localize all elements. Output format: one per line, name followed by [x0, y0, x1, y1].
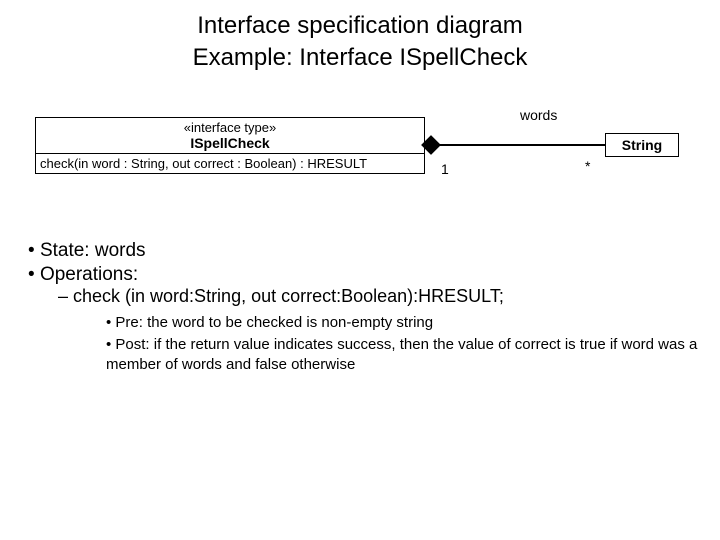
bullet-content: State: words Operations: check (in word:… [28, 240, 720, 376]
bullet-postcondition: Post: if the return value indicates succ… [106, 335, 720, 376]
slide-title: Interface specification diagram Example:… [0, 0, 720, 75]
title-line-2: Example: Interface ISpellCheck [0, 42, 720, 74]
association-line [425, 144, 605, 146]
uml-name-compartment: «interface type» ISpellCheck [36, 118, 424, 153]
uml-interface-name: ISpellCheck [42, 135, 418, 151]
uml-operations-compartment: check(in word : String, out correct : Bo… [36, 153, 424, 173]
bullet-precondition: Pre: the word to be checked is non-empty… [106, 313, 720, 333]
association-role-name: words [520, 107, 557, 123]
op-signature-text: check (in word:String, out correct:Boole… [73, 286, 504, 306]
uml-stereotype: «interface type» [42, 120, 418, 135]
bullet-operations: Operations: check (in word:String, out c… [28, 264, 720, 376]
bullet-op-signature: check (in word:String, out correct:Boole… [58, 286, 720, 376]
uml-interface-ispellcheck: «interface type» ISpellCheck check(in wo… [35, 117, 425, 174]
multiplicity-near: 1 [441, 161, 449, 177]
bullet-state: State: words [28, 240, 720, 262]
title-line-1: Interface specification diagram [0, 10, 720, 42]
uml-class-string: String [605, 133, 679, 157]
multiplicity-far: * [585, 158, 590, 174]
uml-diagram: «interface type» ISpellCheck check(in wo… [20, 105, 700, 205]
operations-label: Operations: [40, 264, 138, 285]
